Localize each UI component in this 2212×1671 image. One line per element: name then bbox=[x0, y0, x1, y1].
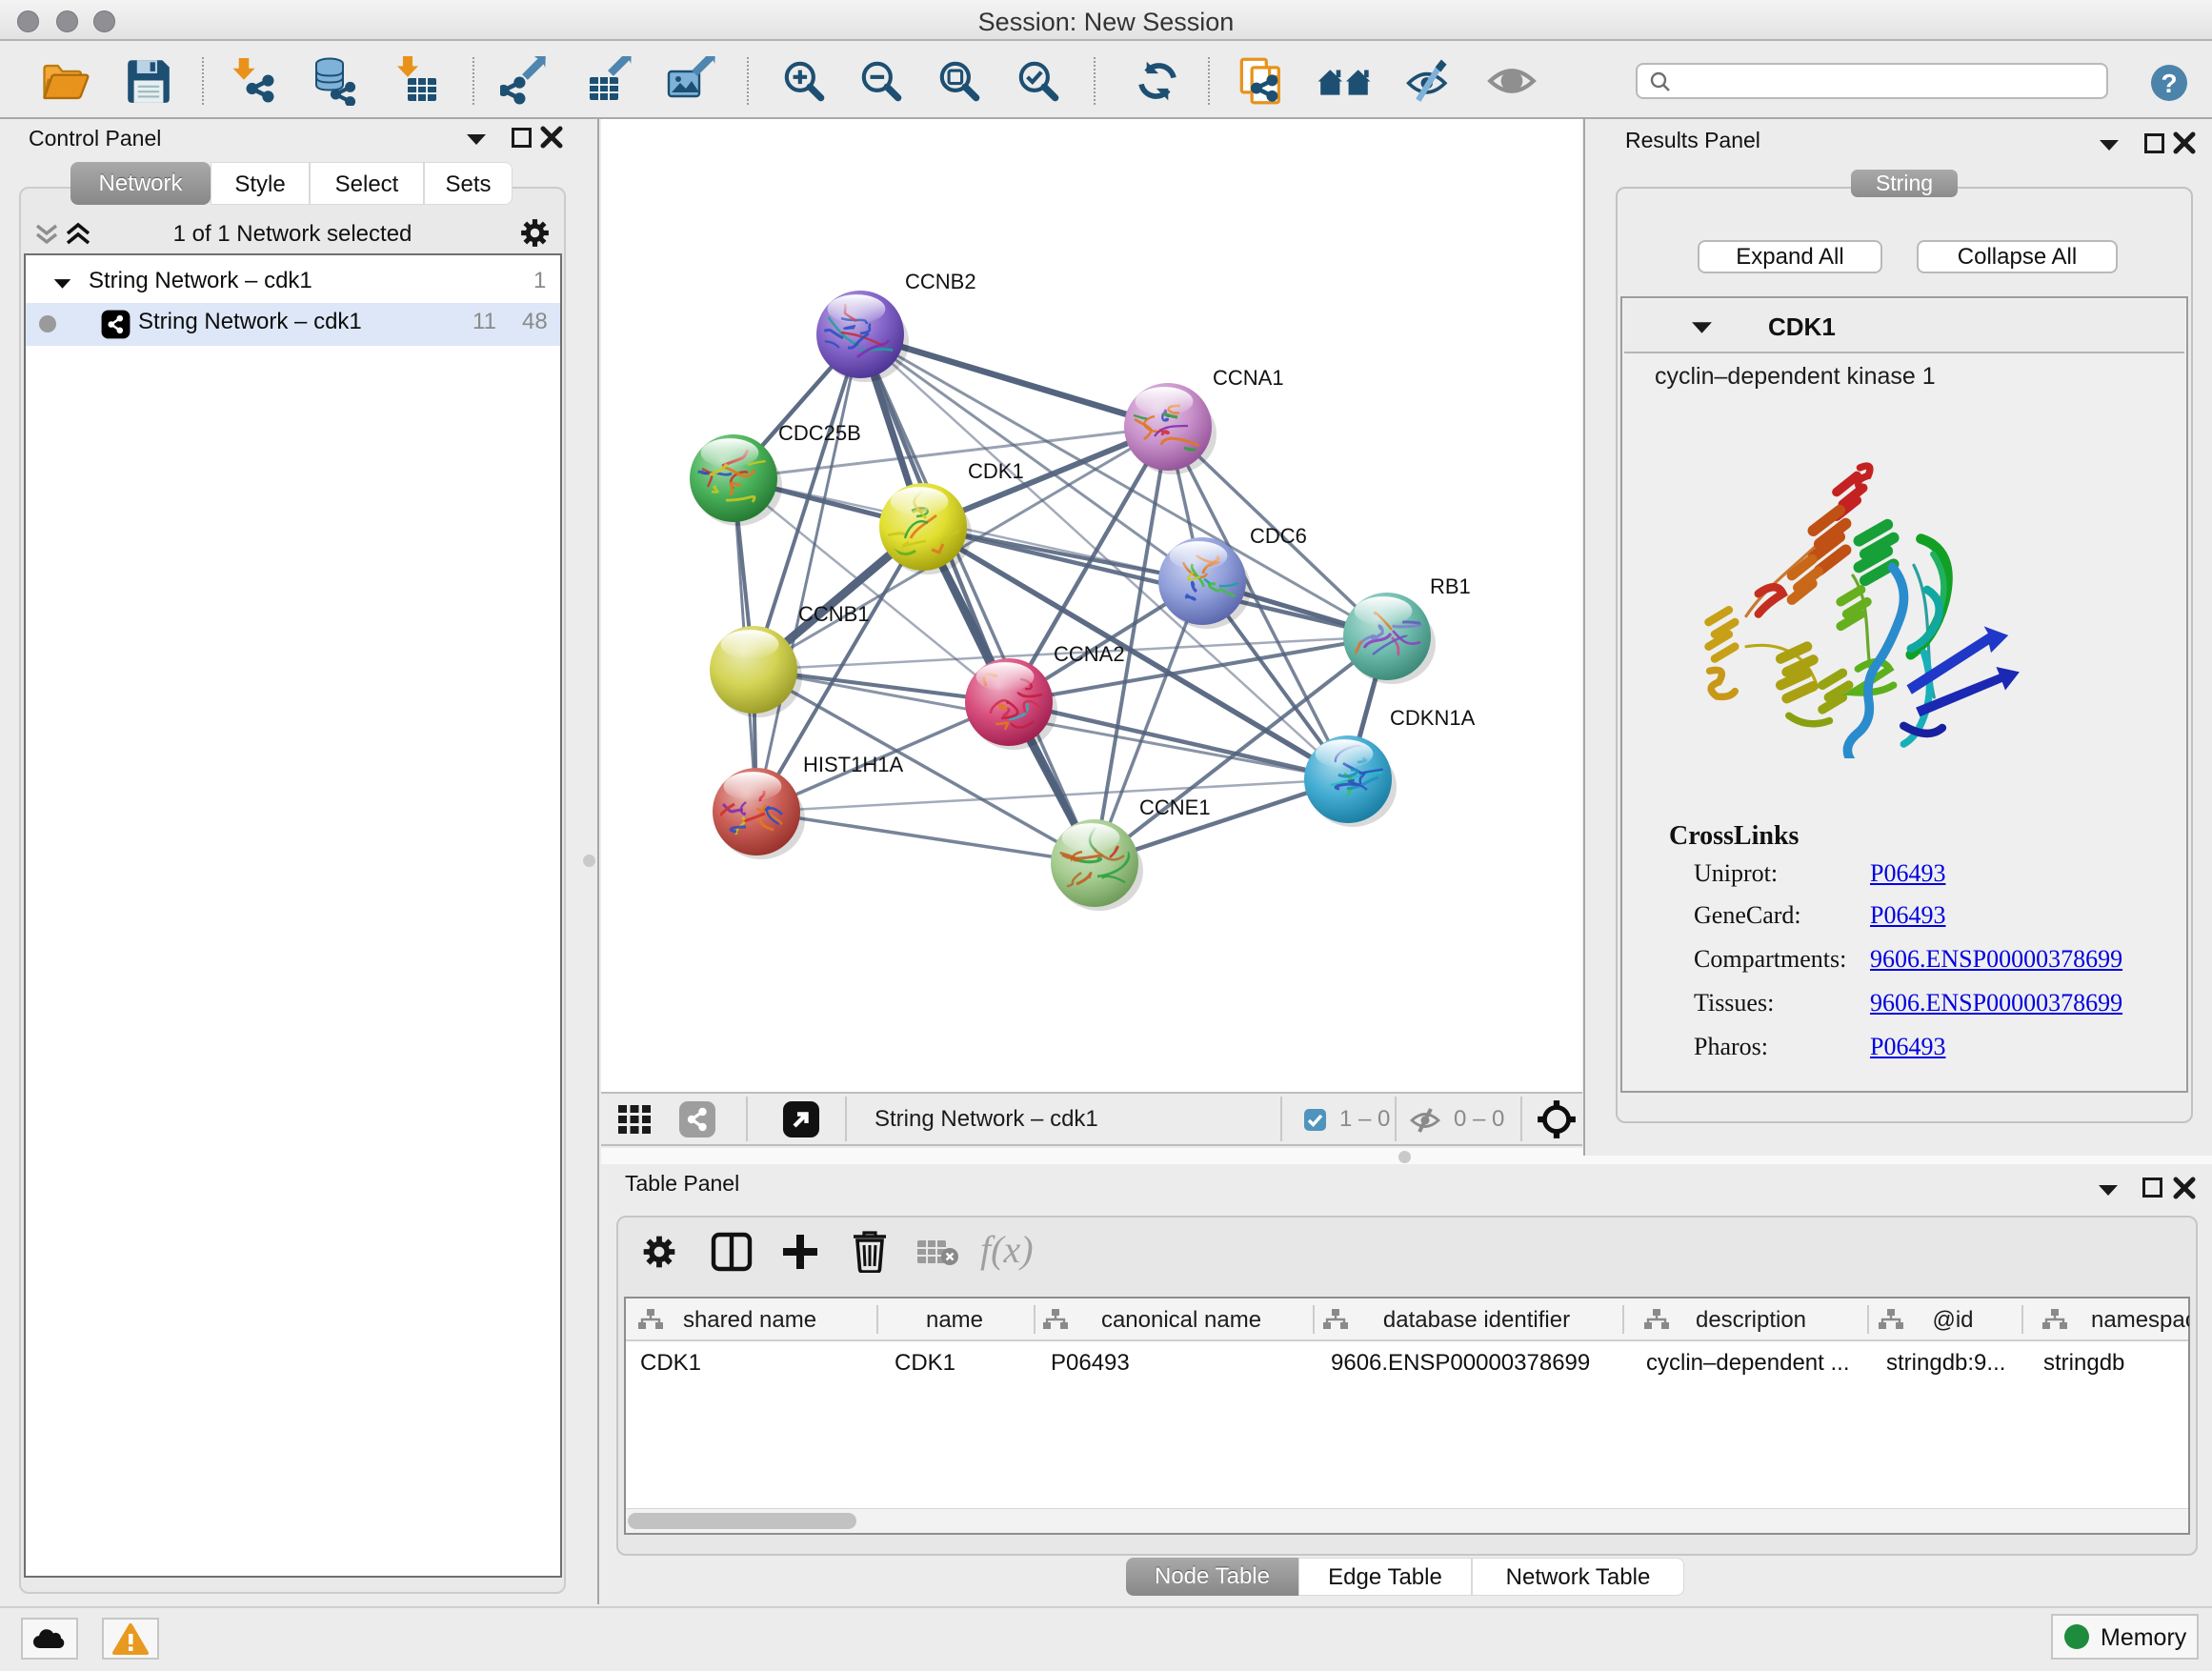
svg-text:CDKN1A: CDKN1A bbox=[1390, 706, 1476, 730]
svg-text:CDC6: CDC6 bbox=[1250, 524, 1307, 548]
svg-text:CDK1: CDK1 bbox=[968, 459, 1024, 483]
svg-text:RB1: RB1 bbox=[1430, 574, 1471, 598]
svg-text:CCNB1: CCNB1 bbox=[798, 602, 870, 626]
svg-text:CCNA1: CCNA1 bbox=[1213, 366, 1284, 390]
svg-text:CCNA2: CCNA2 bbox=[1054, 642, 1125, 666]
svg-text:CCNB2: CCNB2 bbox=[905, 270, 976, 293]
svg-text:CDC25B: CDC25B bbox=[778, 421, 861, 445]
svg-text:CCNE1: CCNE1 bbox=[1139, 795, 1211, 819]
svg-text:HIST1H1A: HIST1H1A bbox=[803, 753, 903, 776]
